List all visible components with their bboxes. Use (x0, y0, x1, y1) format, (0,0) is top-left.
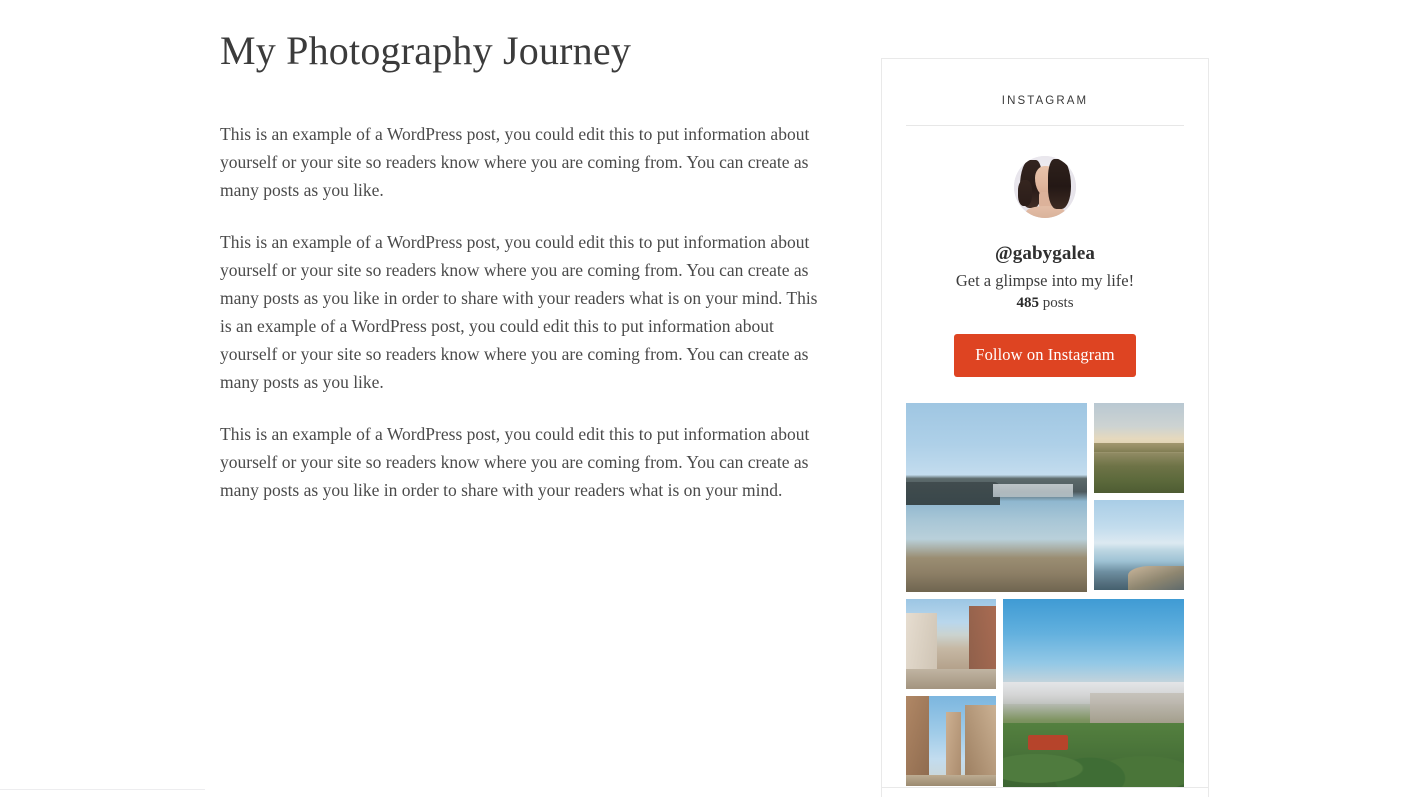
narrow-alley-photo[interactable] (906, 598, 996, 689)
instagram-widget-title: INSTAGRAM (1001, 95, 1089, 107)
post-paragraph: This is an example of a WordPress post, … (220, 424, 810, 500)
photo-detail-cliff (906, 481, 1001, 505)
photo-detail-rock (1128, 566, 1184, 590)
content-divider (0, 789, 205, 790)
instagram-grid-row (906, 598, 1184, 788)
photo-detail-ridge (1094, 443, 1184, 452)
sidebar: INSTAGRAM @gabygalea Get a glimpse into … (881, 58, 1209, 797)
instagram-grid-column (906, 598, 996, 788)
instagram-widget: INSTAGRAM @gabygalea Get a glimpse into … (881, 58, 1209, 797)
widget-divider (906, 125, 1184, 126)
page-root: My Photography Journey This is an exampl… (0, 0, 1427, 797)
avatar-garment (1018, 180, 1032, 206)
post-body: This is an example of a WordPress post, … (220, 120, 820, 504)
hillside-city-overlook-photo[interactable] (1003, 598, 1184, 788)
instagram-posts-label: posts (1042, 295, 1074, 311)
photo-detail-sand (906, 535, 1087, 592)
instagram-photo-grid (906, 402, 1184, 788)
article-column: My Photography Journey This is an exampl… (220, 28, 820, 504)
instagram-tagline: Get a glimpse into my life! (955, 271, 1135, 290)
post-paragraph: This is an example of a WordPress post, … (220, 124, 810, 200)
secondary-widget (881, 787, 1209, 797)
instagram-posts-count: 485 (1016, 295, 1039, 311)
instagram-posts-line: 485 posts (906, 295, 1184, 312)
photo-detail-town (992, 483, 1073, 497)
photo-detail-building-right (965, 704, 996, 786)
instagram-grid-column (1094, 402, 1184, 592)
post-paragraph: This is an example of a WordPress post, … (220, 232, 818, 392)
photo-detail-building-left (906, 695, 930, 786)
instagram-grid-row (906, 402, 1184, 592)
photo-detail-trees (1003, 723, 1184, 788)
follow-button-wrap: Follow on Instagram (906, 334, 1184, 377)
avatar-hair-right (1048, 159, 1071, 209)
instagram-handle[interactable]: @gabygalea (906, 243, 1184, 265)
beach-cliff-sea-photo[interactable] (906, 402, 1087, 592)
follow-on-instagram-button[interactable]: Follow on Instagram (954, 334, 1136, 377)
avatar[interactable] (1014, 156, 1076, 218)
sea-horizon-photo[interactable] (1094, 499, 1184, 590)
photo-detail-base (906, 774, 996, 786)
avatar-wrap (906, 156, 1184, 223)
photo-detail-roof (1028, 734, 1069, 750)
photo-detail-ground (906, 668, 996, 689)
cathedral-tower-photo[interactable] (906, 695, 996, 786)
golden-hour-hills-photo[interactable] (1094, 402, 1184, 493)
page-title: My Photography Journey (220, 28, 632, 73)
